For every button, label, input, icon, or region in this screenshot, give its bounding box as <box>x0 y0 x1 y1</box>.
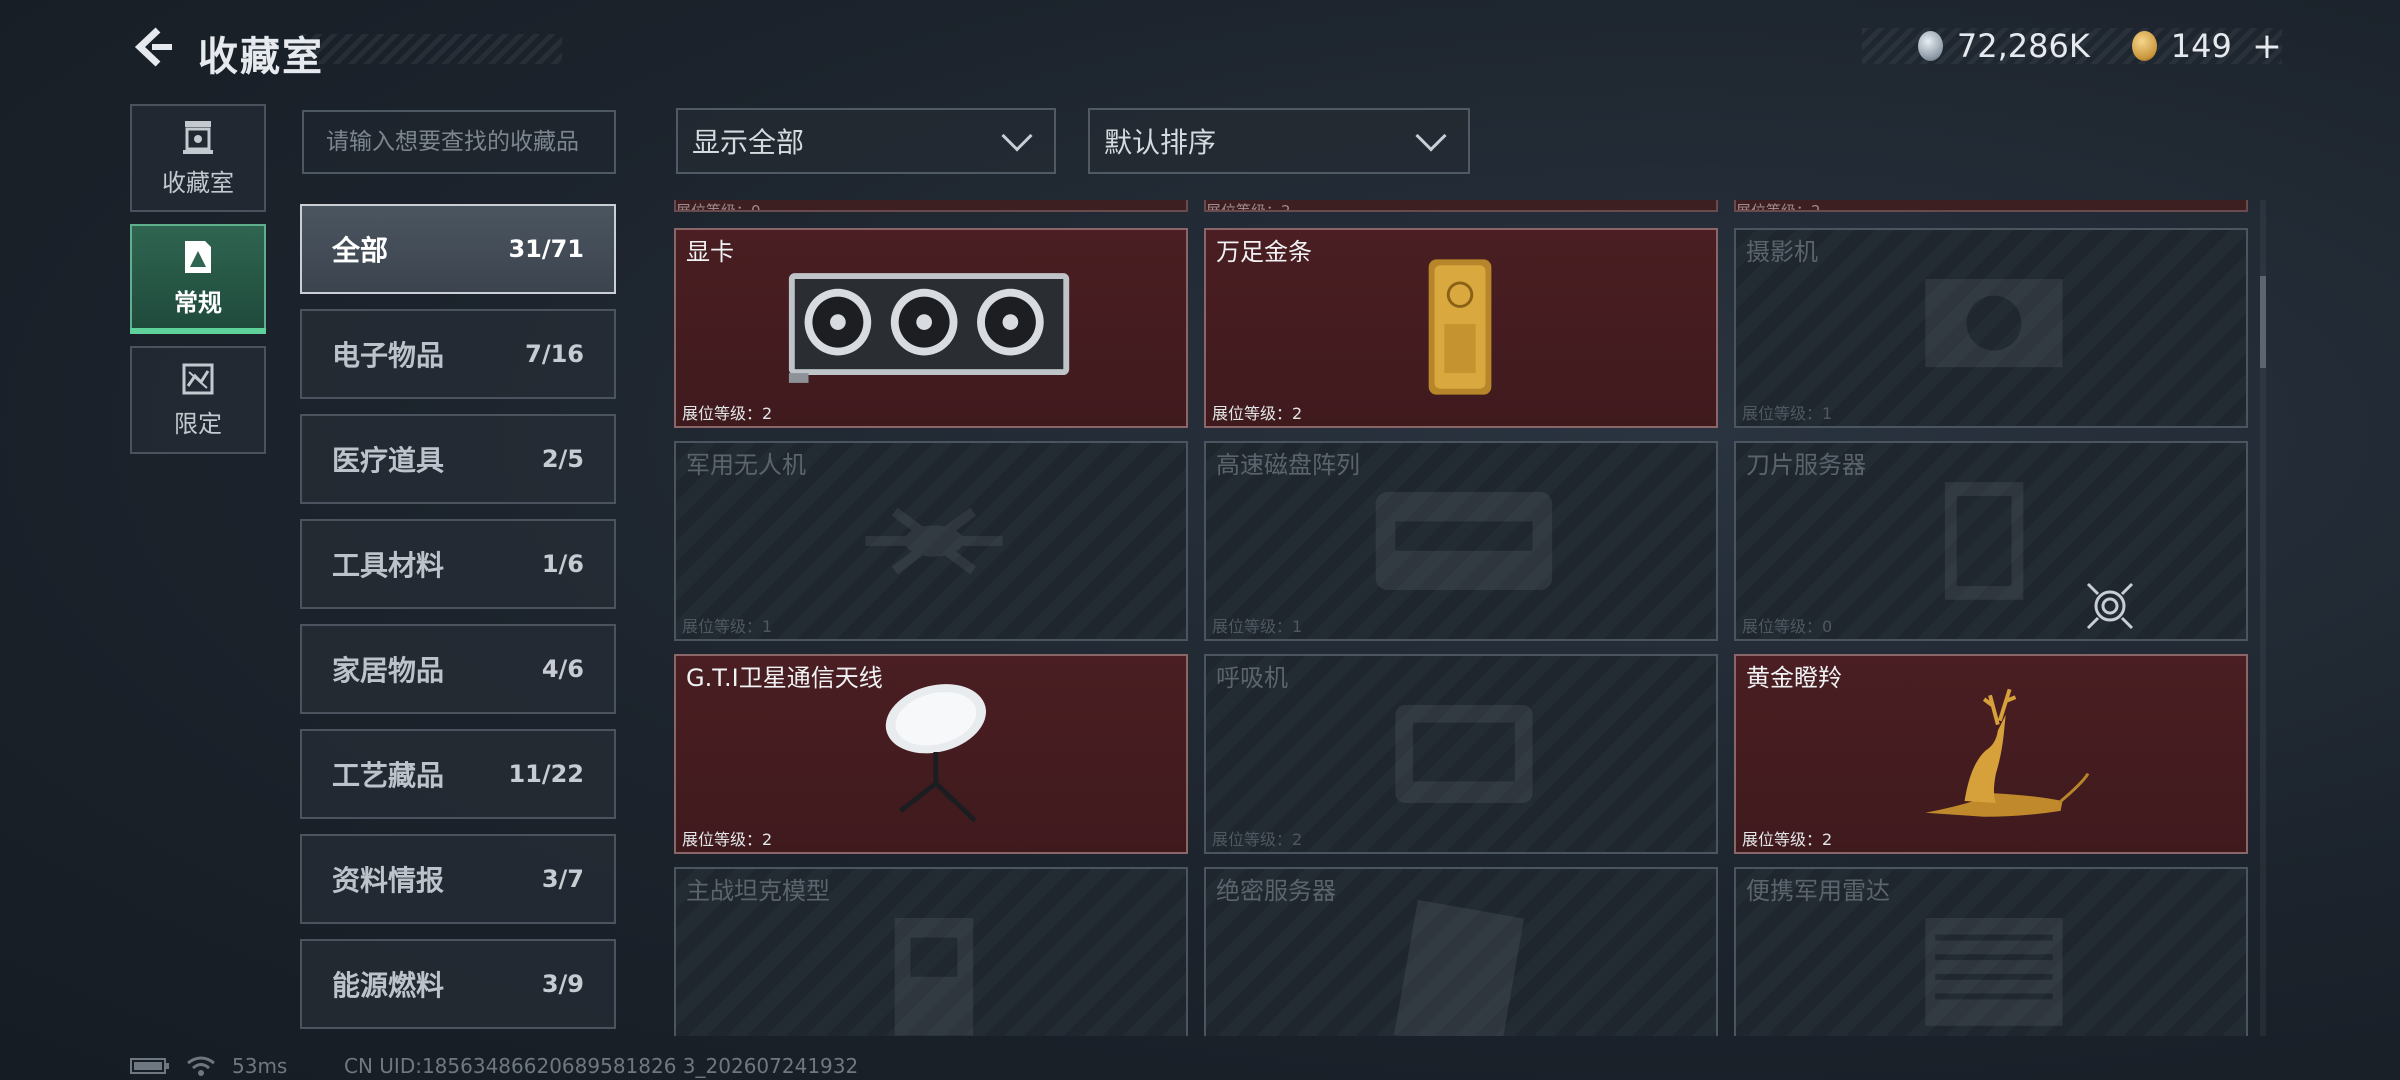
card-level: 展位等级：1 <box>1212 617 1303 636</box>
card-name: 高速磁盘阵列 <box>1216 451 1360 479</box>
scrollbar-thumb[interactable] <box>2260 276 2266 368</box>
add-currency-button[interactable]: + <box>2252 26 2282 67</box>
category-name: 工具材料 <box>332 549 445 582</box>
collection-card[interactable]: 绝密服务器 <box>1204 867 1718 1036</box>
card-name: 万足金条 <box>1216 238 1312 266</box>
category-name: 全部 <box>332 234 389 267</box>
collection-card[interactable]: 便携军用雷达 <box>1734 867 2248 1036</box>
regular-icon <box>185 240 211 273</box>
card-name: 便携军用雷达 <box>1746 877 1890 905</box>
category-item[interactable]: 工艺藏品 11/22 <box>300 729 616 819</box>
card-level: 展位等级：1 <box>1742 404 1833 423</box>
category-item[interactable]: 全部 31/71 <box>300 204 616 294</box>
collection-card[interactable]: 高速磁盘阵列展位等级：1 <box>1204 441 1718 641</box>
wifi-icon <box>187 1056 215 1076</box>
category-item[interactable]: 工具材料 1/6 <box>300 519 616 609</box>
collection-card[interactable]: 黄金瞪羚展位等级：2 <box>1734 654 2248 854</box>
tab-regular[interactable]: 常规 <box>130 224 266 334</box>
chevron-down-icon <box>1001 120 1033 152</box>
category-count: 7/16 <box>525 340 584 368</box>
category-count: 2/5 <box>541 445 584 473</box>
category-item[interactable]: 资料情报 3/7 <box>300 834 616 924</box>
display-filter-value: 显示全部 <box>692 126 805 159</box>
display-filter-dropdown[interactable]: 显示全部 <box>676 108 1056 174</box>
collection-card[interactable]: 摄影机展位等级：1 <box>1734 228 2248 428</box>
collection-card[interactable]: 主战坦克模型 <box>674 867 1188 1036</box>
limited-icon <box>182 363 214 394</box>
tab-collection-room[interactable]: 收藏室 <box>130 104 266 212</box>
card-level: 展位等级：2 <box>1742 830 1833 849</box>
partial-card[interactable]: 展位等级：2 <box>1204 200 1718 212</box>
silver-coin-icon <box>1918 31 1943 61</box>
category-count: 3/9 <box>541 970 584 998</box>
title-decoration <box>300 34 562 64</box>
ping-value: 53ms <box>232 1054 288 1078</box>
collection-card[interactable]: G.T.I卫星通信天线展位等级：2 <box>674 654 1188 854</box>
tab-label: 收藏室 <box>162 168 234 197</box>
category-count: 31/71 <box>508 235 584 263</box>
card-name: 军用无人机 <box>686 451 806 479</box>
chevron-down-icon <box>1415 120 1447 152</box>
card-level: 展位等级：1 <box>682 617 773 636</box>
category-item[interactable]: 医疗道具 2/5 <box>300 414 616 504</box>
status-bar: 53ms <box>130 1054 287 1078</box>
sort-value: 默认排序 <box>1104 126 1217 159</box>
card-level: 展位等级：0 <box>676 202 761 212</box>
back-arrow-icon <box>134 27 172 67</box>
card-name: 刀片服务器 <box>1746 451 1866 479</box>
back-button[interactable] <box>128 22 178 72</box>
collection-card[interactable]: 显卡展位等级：2 <box>674 228 1188 428</box>
tab-label: 限定 <box>174 409 222 438</box>
card-level: 展位等级：2 <box>1212 404 1303 423</box>
card-level: 展位等级：2 <box>1736 202 1821 212</box>
category-name: 工艺藏品 <box>332 759 445 792</box>
category-name: 医疗道具 <box>332 444 445 477</box>
card-level: 展位等级：0 <box>1742 617 1833 636</box>
card-name: 主战坦克模型 <box>686 877 830 905</box>
card-name: 黄金瞪羚 <box>1746 664 1842 692</box>
collection-card[interactable]: 呼吸机展位等级：2 <box>1204 654 1718 854</box>
gold-currency-value: 149 <box>2170 27 2232 65</box>
partial-card[interactable]: 展位等级：0 <box>674 200 1188 212</box>
sort-dropdown[interactable]: 默认排序 <box>1088 108 1470 174</box>
card-level: 展位等级：2 <box>682 830 773 849</box>
card-level: 展位等级：2 <box>682 404 773 423</box>
category-item[interactable]: 电子物品 7/16 <box>300 309 616 399</box>
card-name: 显卡 <box>686 238 734 266</box>
card-level: 展位等级：2 <box>1212 830 1303 849</box>
category-name: 资料情报 <box>332 864 445 897</box>
category-item[interactable]: 家居物品 4/6 <box>300 624 616 714</box>
collection-card[interactable]: 军用无人机展位等级：1 <box>674 441 1188 641</box>
category-item[interactable]: 能源燃料 3/9 <box>300 939 616 1029</box>
card-name: 摄影机 <box>1746 238 1818 266</box>
collection-grid: 展位等级：0 展位等级：2 展位等级：2 显卡 展位等级：2 万足金条 展位等级：2 摄… <box>674 200 2248 1036</box>
tab-limited[interactable]: 限定 <box>130 346 266 454</box>
category-name: 能源燃料 <box>332 969 445 1002</box>
category-count: 1/6 <box>541 550 584 578</box>
category-name: 电子物品 <box>332 339 445 372</box>
category-count: 4/6 <box>541 655 584 683</box>
category-count: 11/22 <box>508 760 584 788</box>
user-uid: CN UID:18563486620689581826 3_2026072419… <box>344 1054 859 1078</box>
category-name: 家居物品 <box>332 654 445 687</box>
card-name: 绝密服务器 <box>1216 877 1336 905</box>
silver-currency-value: 72,286K <box>1956 27 2090 65</box>
target-button[interactable] <box>2084 580 2136 632</box>
search-input[interactable] <box>302 110 616 174</box>
page-title: 收藏室 <box>198 34 324 80</box>
collection-room-icon <box>183 120 213 154</box>
tab-label: 常规 <box>174 288 222 317</box>
category-count: 3/7 <box>541 865 584 893</box>
partial-card[interactable]: 展位等级：2 <box>1734 200 2248 212</box>
collection-card[interactable]: 刀片服务器展位等级：0 <box>1734 441 2248 641</box>
card-level: 展位等级：2 <box>1206 202 1291 212</box>
currency-bar: 72,286K 149 + <box>1862 26 2282 67</box>
collection-card[interactable]: 万足金条展位等级：2 <box>1204 228 1718 428</box>
gold-coin-icon <box>2131 31 2157 61</box>
card-name: 呼吸机 <box>1216 664 1288 692</box>
battery-icon <box>130 1058 169 1074</box>
card-name: G.T.I卫星通信天线 <box>686 664 883 692</box>
crosshair-icon <box>2086 582 2134 630</box>
active-tab-indicator <box>130 328 266 334</box>
